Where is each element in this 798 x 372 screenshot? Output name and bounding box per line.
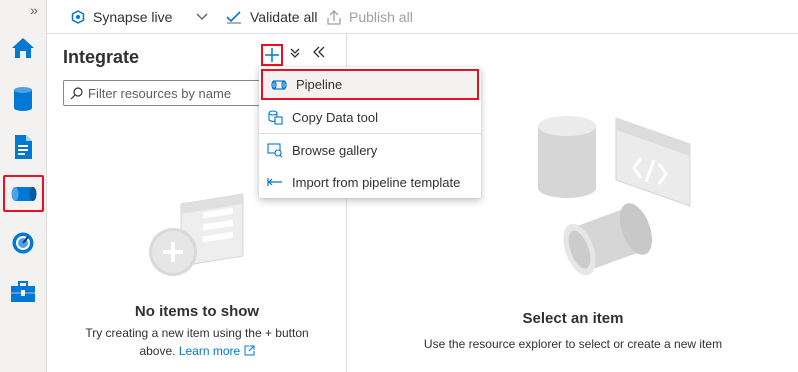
main-title: Select an item bbox=[522, 310, 624, 327]
home-icon bbox=[12, 38, 34, 58]
select-item-illustration bbox=[538, 116, 691, 276]
filter-resources-input[interactable] bbox=[88, 85, 258, 101]
import-icon bbox=[267, 174, 283, 190]
gallery-icon bbox=[267, 142, 283, 158]
add-new-resource-button[interactable] bbox=[261, 44, 283, 66]
filter-resources-box[interactable] bbox=[63, 80, 263, 106]
gauge-icon bbox=[12, 232, 34, 254]
home-nav-button[interactable] bbox=[8, 33, 38, 63]
empty-state-title: No items to show bbox=[134, 303, 260, 320]
monitor-nav-button[interactable] bbox=[8, 228, 38, 258]
menu-item-copy-data-tool[interactable]: Copy Data tool bbox=[259, 101, 481, 133]
menu-item-copy-data-label: Copy Data tool bbox=[292, 109, 378, 125]
empty-state-illustration bbox=[149, 193, 244, 276]
menu-item-pipeline[interactable]: Pipeline bbox=[261, 69, 479, 100]
publish-all-label: Publish all bbox=[349, 9, 413, 25]
empty-state-description: Try creating a new item using the + butt… bbox=[67, 324, 327, 360]
manage-nav-button[interactable] bbox=[8, 277, 38, 307]
workspace-mode-dropdown[interactable]: Synapse live bbox=[71, 0, 208, 34]
plus-icon bbox=[265, 48, 279, 62]
expand-rail-icon[interactable]: » bbox=[27, 3, 41, 17]
top-toolbar: Synapse live Validate all Publish all bbox=[47, 0, 798, 34]
develop-nav-button[interactable] bbox=[8, 132, 38, 162]
expand-all-button[interactable] bbox=[288, 46, 302, 64]
learn-more-link[interactable]: Learn more bbox=[179, 344, 255, 358]
workspace-mode-label: Synapse live bbox=[93, 9, 173, 25]
copy-data-icon bbox=[267, 109, 283, 125]
menu-item-import-template-label: Import from pipeline template bbox=[292, 174, 461, 190]
data-nav-button[interactable] bbox=[8, 84, 38, 114]
double-chevron-down-icon bbox=[290, 48, 300, 58]
menu-item-pipeline-label: Pipeline bbox=[296, 77, 343, 92]
publish-all-button[interactable]: Publish all bbox=[327, 0, 413, 34]
menu-item-browse-gallery-label: Browse gallery bbox=[292, 142, 378, 158]
pipeline-icon bbox=[271, 77, 287, 93]
chevron-down-icon bbox=[196, 13, 208, 20]
synapse-icon bbox=[71, 10, 85, 24]
toolbox-icon bbox=[11, 281, 35, 302]
validate-check-icon bbox=[226, 11, 241, 24]
database-icon bbox=[14, 87, 32, 111]
publish-icon bbox=[327, 10, 341, 25]
left-nav-rail: » bbox=[0, 0, 47, 372]
external-link-icon bbox=[244, 345, 255, 356]
menu-item-browse-gallery[interactable]: Browse gallery bbox=[259, 134, 481, 166]
integrate-nav-button[interactable] bbox=[3, 175, 44, 212]
learn-more-label: Learn more bbox=[178, 344, 241, 358]
menu-item-import-template[interactable]: Import from pipeline template bbox=[259, 166, 481, 198]
new-resource-menu: Pipeline Copy Data tool Browse gallery I… bbox=[259, 67, 481, 198]
document-icon bbox=[15, 135, 32, 159]
pane-title: Integrate bbox=[63, 47, 140, 67]
double-chevron-left-icon bbox=[313, 46, 325, 58]
main-description: Use the resource explorer to select or c… bbox=[423, 337, 723, 351]
validate-all-label: Validate all bbox=[250, 9, 318, 25]
search-icon bbox=[70, 86, 83, 99]
collapse-pane-button[interactable] bbox=[311, 44, 327, 64]
pipeline-icon bbox=[11, 186, 36, 201]
validate-all-button[interactable]: Validate all bbox=[226, 0, 317, 34]
